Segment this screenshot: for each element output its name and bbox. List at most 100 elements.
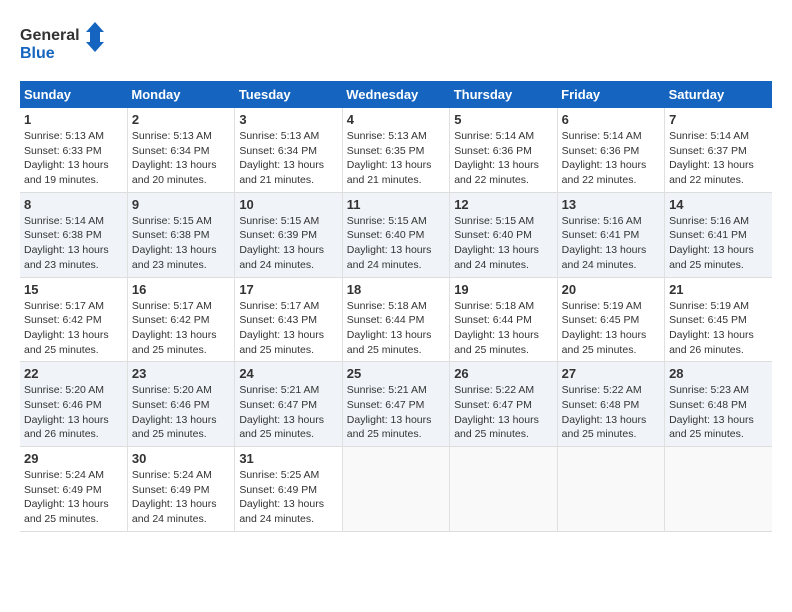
day-number: 1	[24, 112, 123, 127]
day-number: 25	[347, 366, 445, 381]
day-number: 4	[347, 112, 445, 127]
day-header-sunday: Sunday	[20, 81, 127, 108]
calendar-cell: 9 Sunrise: 5:15 AMSunset: 6:38 PMDaylight…	[127, 192, 234, 277]
calendar-cell: 12 Sunrise: 5:15 AMSunset: 6:40 PMDayligh…	[450, 192, 557, 277]
day-number: 6	[562, 112, 660, 127]
calendar-cell: 7Sunrise: 5:14 AMSunset: 6:37 PMDaylight…	[665, 108, 772, 192]
calendar-cell: 23 Sunrise: 5:20 AMSunset: 6:46 PMDayligh…	[127, 362, 234, 447]
day-info: Sunrise: 5:13 AMSunset: 6:33 PMDaylight:…	[24, 129, 123, 188]
day-number: 23	[132, 366, 230, 381]
page-header: GeneralBlue	[20, 20, 772, 65]
day-number: 31	[239, 451, 337, 466]
day-info: Sunrise: 5:22 AMSunset: 6:48 PMDaylight:…	[562, 383, 660, 442]
day-header-wednesday: Wednesday	[342, 81, 449, 108]
week-row-4: 22 Sunrise: 5:20 AMSunset: 6:46 PMDayligh…	[20, 362, 772, 447]
calendar-cell: 19 Sunrise: 5:18 AMSunset: 6:44 PMDayligh…	[450, 277, 557, 362]
svg-text:Blue: Blue	[20, 45, 55, 62]
day-info: Sunrise: 5:17 AMSunset: 6:43 PMDaylight:…	[239, 299, 337, 358]
week-row-3: 15 Sunrise: 5:17 AMSunset: 6:42 PMDayligh…	[20, 277, 772, 362]
day-info: Sunrise: 5:21 AMSunset: 6:47 PMDaylight:…	[347, 383, 445, 442]
day-header-thursday: Thursday	[450, 81, 557, 108]
day-info: Sunrise: 5:20 AMSunset: 6:46 PMDaylight:…	[132, 383, 230, 442]
day-info: Sunrise: 5:16 AMSunset: 6:41 PMDaylight:…	[669, 214, 768, 273]
day-info: Sunrise: 5:13 AMSunset: 6:34 PMDaylight:…	[239, 129, 337, 188]
day-info: Sunrise: 5:15 AMSunset: 6:39 PMDaylight:…	[239, 214, 337, 273]
calendar-cell: 6 Sunrise: 5:14 AMSunset: 6:36 PMDaylight…	[557, 108, 664, 192]
day-number: 24	[239, 366, 337, 381]
day-info: Sunrise: 5:24 AMSunset: 6:49 PMDaylight:…	[24, 468, 123, 527]
day-number: 21	[669, 282, 768, 297]
day-info: Sunrise: 5:15 AMSunset: 6:40 PMDaylight:…	[454, 214, 552, 273]
day-number: 30	[132, 451, 230, 466]
day-info: Sunrise: 5:17 AMSunset: 6:42 PMDaylight:…	[24, 299, 123, 358]
calendar-cell: 25 Sunrise: 5:21 AMSunset: 6:47 PMDayligh…	[342, 362, 449, 447]
calendar-cell: 14 Sunrise: 5:16 AMSunset: 6:41 PMDayligh…	[665, 192, 772, 277]
calendar-cell: 21 Sunrise: 5:19 AMSunset: 6:45 PMDayligh…	[665, 277, 772, 362]
calendar-cell: 17 Sunrise: 5:17 AMSunset: 6:43 PMDayligh…	[235, 277, 342, 362]
day-number: 27	[562, 366, 660, 381]
day-number: 15	[24, 282, 123, 297]
calendar-cell: 8 Sunrise: 5:14 AMSunset: 6:38 PMDaylight…	[20, 192, 127, 277]
day-info: Sunrise: 5:19 AMSunset: 6:45 PMDaylight:…	[669, 299, 768, 358]
day-info: Sunrise: 5:21 AMSunset: 6:47 PMDaylight:…	[239, 383, 337, 442]
day-info: Sunrise: 5:22 AMSunset: 6:47 PMDaylight:…	[454, 383, 552, 442]
calendar-cell: 26 Sunrise: 5:22 AMSunset: 6:47 PMDayligh…	[450, 362, 557, 447]
calendar-cell: 16Sunrise: 5:17 AMSunset: 6:42 PMDayligh…	[127, 277, 234, 362]
calendar-cell: 10 Sunrise: 5:15 AMSunset: 6:39 PMDayligh…	[235, 192, 342, 277]
day-number: 8	[24, 197, 123, 212]
day-info: Sunrise: 5:14 AMSunset: 6:36 PMDaylight:…	[454, 129, 552, 188]
calendar-cell: 22 Sunrise: 5:20 AMSunset: 6:46 PMDayligh…	[20, 362, 127, 447]
day-number: 20	[562, 282, 660, 297]
calendar-cell	[450, 447, 557, 532]
calendar-cell: 11 Sunrise: 5:15 AMSunset: 6:40 PMDayligh…	[342, 192, 449, 277]
day-number: 19	[454, 282, 552, 297]
day-info: Sunrise: 5:14 AMSunset: 6:38 PMDaylight:…	[24, 214, 123, 273]
day-info: Sunrise: 5:18 AMSunset: 6:44 PMDaylight:…	[347, 299, 445, 358]
calendar-cell: 31 Sunrise: 5:25 AMSunset: 6:49 PMDayligh…	[235, 447, 342, 532]
day-number: 22	[24, 366, 123, 381]
day-number: 12	[454, 197, 552, 212]
day-number: 17	[239, 282, 337, 297]
day-number: 11	[347, 197, 445, 212]
calendar-table: SundayMondayTuesdayWednesdayThursdayFrid…	[20, 81, 772, 532]
day-number: 29	[24, 451, 123, 466]
day-number: 26	[454, 366, 552, 381]
calendar-cell: 4Sunrise: 5:13 AMSunset: 6:35 PMDaylight…	[342, 108, 449, 192]
day-info: Sunrise: 5:16 AMSunset: 6:41 PMDaylight:…	[562, 214, 660, 273]
calendar-cell	[665, 447, 772, 532]
calendar-cell: 3Sunrise: 5:13 AMSunset: 6:34 PMDaylight…	[235, 108, 342, 192]
day-info: Sunrise: 5:25 AMSunset: 6:49 PMDaylight:…	[239, 468, 337, 527]
day-number: 9	[132, 197, 230, 212]
day-info: Sunrise: 5:24 AMSunset: 6:49 PMDaylight:…	[132, 468, 230, 527]
day-info: Sunrise: 5:19 AMSunset: 6:45 PMDaylight:…	[562, 299, 660, 358]
logo: GeneralBlue	[20, 20, 110, 65]
week-row-1: 1 Sunrise: 5:13 AMSunset: 6:33 PMDaylight…	[20, 108, 772, 192]
day-header-saturday: Saturday	[665, 81, 772, 108]
day-info: Sunrise: 5:18 AMSunset: 6:44 PMDaylight:…	[454, 299, 552, 358]
day-number: 28	[669, 366, 768, 381]
calendar-cell	[557, 447, 664, 532]
week-row-5: 29 Sunrise: 5:24 AMSunset: 6:49 PMDayligh…	[20, 447, 772, 532]
day-number: 18	[347, 282, 445, 297]
calendar-cell: 2Sunrise: 5:13 AMSunset: 6:34 PMDaylight…	[127, 108, 234, 192]
day-number: 5	[454, 112, 552, 127]
calendar-cell: 13Sunrise: 5:16 AMSunset: 6:41 PMDayligh…	[557, 192, 664, 277]
calendar-cell: 18 Sunrise: 5:18 AMSunset: 6:44 PMDayligh…	[342, 277, 449, 362]
day-number: 14	[669, 197, 768, 212]
calendar-cell: 27 Sunrise: 5:22 AMSunset: 6:48 PMDayligh…	[557, 362, 664, 447]
day-number: 2	[132, 112, 230, 127]
calendar-cell	[342, 447, 449, 532]
day-info: Sunrise: 5:15 AMSunset: 6:40 PMDaylight:…	[347, 214, 445, 273]
day-info: Sunrise: 5:14 AMSunset: 6:36 PMDaylight:…	[562, 129, 660, 188]
day-header-friday: Friday	[557, 81, 664, 108]
calendar-cell: 20 Sunrise: 5:19 AMSunset: 6:45 PMDayligh…	[557, 277, 664, 362]
logo-svg: GeneralBlue	[20, 20, 110, 65]
day-info: Sunrise: 5:17 AMSunset: 6:42 PMDaylight:…	[132, 299, 230, 358]
calendar-cell: 30 Sunrise: 5:24 AMSunset: 6:49 PMDayligh…	[127, 447, 234, 532]
calendar-cell: 28 Sunrise: 5:23 AMSunset: 6:48 PMDayligh…	[665, 362, 772, 447]
day-info: Sunrise: 5:15 AMSunset: 6:38 PMDaylight:…	[132, 214, 230, 273]
week-row-2: 8 Sunrise: 5:14 AMSunset: 6:38 PMDaylight…	[20, 192, 772, 277]
day-info: Sunrise: 5:20 AMSunset: 6:46 PMDaylight:…	[24, 383, 123, 442]
day-info: Sunrise: 5:23 AMSunset: 6:48 PMDaylight:…	[669, 383, 768, 442]
day-number: 10	[239, 197, 337, 212]
